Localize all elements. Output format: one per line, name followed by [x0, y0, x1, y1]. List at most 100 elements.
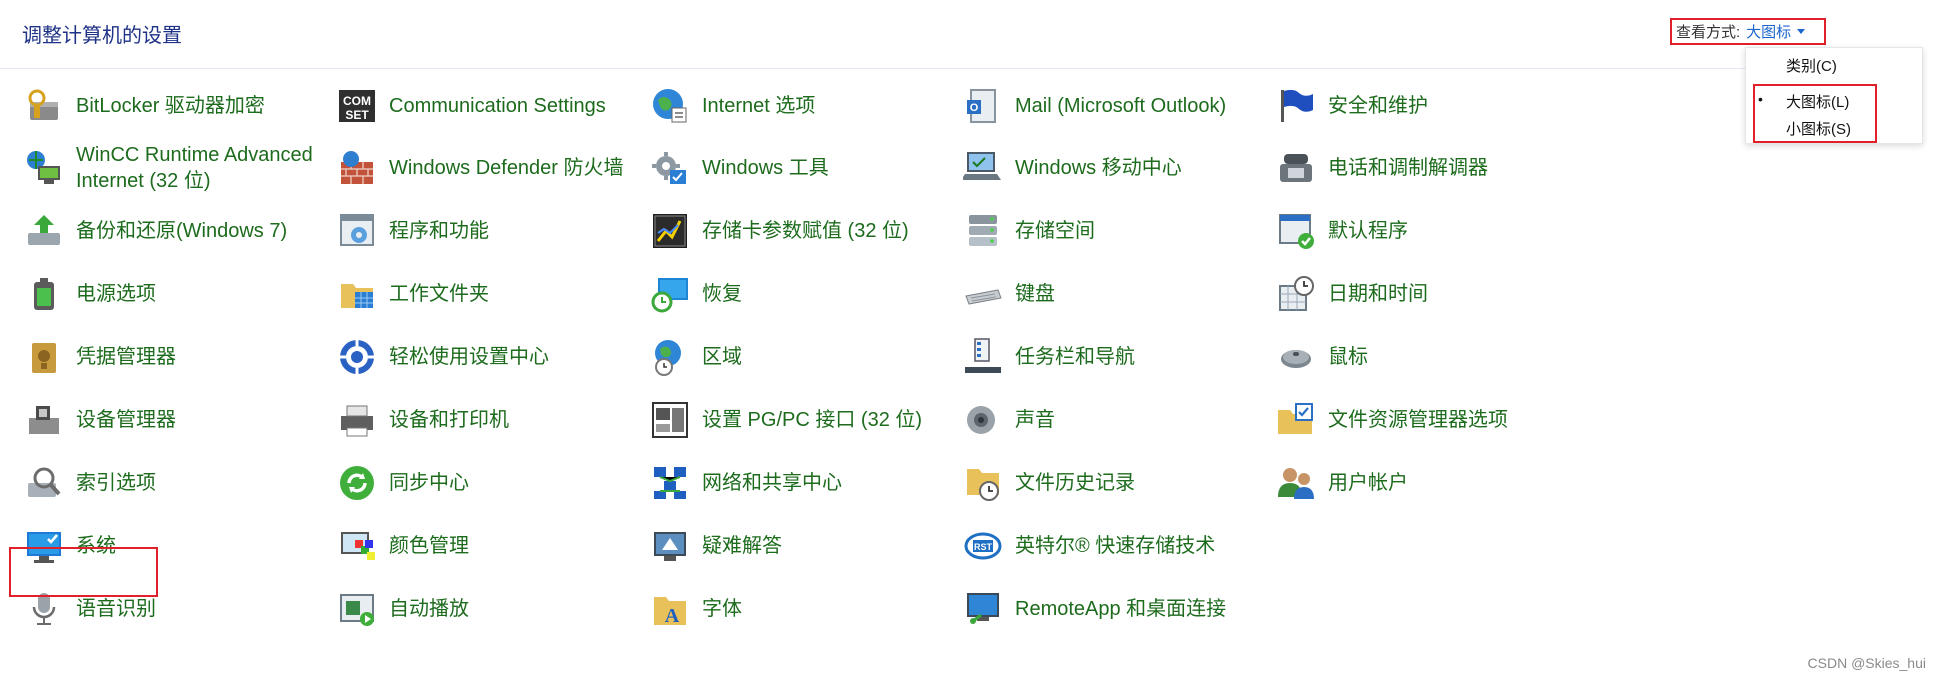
control-panel-item-label: 同步中心 — [389, 472, 469, 494]
bitlocker-icon — [22, 84, 66, 128]
view-by-value: 大图标 — [1746, 24, 1792, 41]
control-panel-item[interactable]: 恢复 — [648, 268, 742, 320]
control-panel-item[interactable]: COM SET Communication Settings — [335, 80, 606, 132]
control-panel-item-label: 电源选项 — [76, 283, 156, 305]
control-panel-item[interactable]: WinCC Runtime Advanced Internet (32 位) — [22, 142, 322, 194]
control-panel-item[interactable]: 颜色管理 — [335, 520, 469, 572]
view-by-dropdown[interactable]: 大图标 — [1746, 21, 1806, 42]
control-panel-item[interactable]: 安全和维护 — [1274, 80, 1428, 132]
control-panel-item[interactable]: 设备管理器 — [22, 394, 176, 446]
internet-icon — [648, 84, 692, 128]
color-icon — [335, 524, 379, 568]
view-by-label: 查看方式: — [1676, 24, 1741, 41]
control-panel-item-label: 文件资源管理器选项 — [1328, 409, 1508, 431]
tools-icon — [648, 146, 692, 190]
control-panel-item[interactable]: 电源选项 — [22, 268, 156, 320]
control-panel-item[interactable]: 默认程序 — [1274, 205, 1408, 257]
control-panel-item[interactable]: 疑难解答 — [648, 520, 782, 572]
control-panel-item-label: Windows 工具 — [702, 157, 829, 179]
control-panel-item-label: 轻松使用设置中心 — [389, 346, 549, 368]
control-panel-item[interactable]: 工作文件夹 — [335, 268, 489, 320]
control-panel-item-label: 网络和共享中心 — [702, 472, 842, 494]
watermark: CSDN @Skies_hui — [1807, 655, 1926, 671]
svg-text:COM: COM — [343, 94, 371, 108]
control-panel-item[interactable]: 同步中心 — [335, 457, 469, 509]
backup-icon — [22, 209, 66, 253]
control-panel-item[interactable]: 网络和共享中心 — [648, 457, 842, 509]
control-panel-item[interactable]: Windows Defender 防火墙 — [335, 142, 624, 194]
control-panel-item-label: 凭据管理器 — [76, 346, 176, 368]
control-panel-item[interactable]: 文件资源管理器选项 — [1274, 394, 1508, 446]
mail-icon: O — [961, 84, 1005, 128]
font-icon: A — [648, 587, 692, 631]
control-panel-item-label: 存储卡参数赋值 (32 位) — [702, 220, 909, 242]
control-panel-item-label: 颜色管理 — [389, 535, 469, 557]
control-panel-item[interactable]: 任务栏和导航 — [961, 331, 1135, 383]
control-panel-item-label: 文件历史记录 — [1015, 472, 1135, 494]
control-panel-item-label: Mail (Microsoft Outlook) — [1015, 95, 1227, 117]
folder-options-icon — [1274, 398, 1318, 442]
control-panel-item[interactable]: 凭据管理器 — [22, 331, 176, 383]
svg-text:RST: RST — [974, 542, 993, 552]
control-panel-item[interactable]: 存储卡参数赋值 (32 位) — [648, 205, 909, 257]
control-panel-item[interactable]: 区域 — [648, 331, 742, 383]
control-panel-item[interactable]: 自动播放 — [335, 583, 469, 635]
credential-icon — [22, 335, 66, 379]
control-panel-item[interactable]: A 字体 — [648, 583, 742, 635]
control-panel-item[interactable]: BitLocker 驱动器加密 — [22, 80, 265, 132]
control-panel-item-label: 任务栏和导航 — [1015, 346, 1135, 368]
menu-highlight-box — [1753, 84, 1877, 143]
control-panel-item[interactable]: 用户帐户 — [1274, 457, 1408, 509]
work-folders-icon — [335, 272, 379, 316]
control-panel-item[interactable]: 备份和还原(Windows 7) — [22, 205, 287, 257]
control-panel-item-label: 日期和时间 — [1328, 283, 1428, 305]
phone-icon — [1274, 146, 1318, 190]
view-by-control[interactable]: 查看方式: 大图标 — [1670, 18, 1826, 45]
control-panel-item-label: 安全和维护 — [1328, 95, 1428, 117]
control-panel-item-label: 存储空间 — [1015, 220, 1095, 242]
control-panel-item-label: Windows 移动中心 — [1015, 157, 1182, 179]
control-panel-item-label: 英特尔® 快速存储技术 — [1015, 535, 1216, 557]
control-panel-item[interactable]: 存储空间 — [961, 205, 1095, 257]
chevron-down-icon — [1797, 29, 1806, 34]
control-panel-item[interactable]: RST 英特尔® 快速存储技术 — [961, 520, 1215, 572]
control-panel-item-label: RemoteApp 和桌面连接 — [1015, 598, 1227, 620]
network-icon — [648, 461, 692, 505]
control-panel-item-label: 电话和调制解调器 — [1328, 157, 1488, 179]
programs-icon — [335, 209, 379, 253]
flag-icon — [1274, 84, 1318, 128]
control-panel-item[interactable]: 设置 PG/PC 接口 (32 位) — [648, 394, 922, 446]
control-panel-item-label: 备份和还原(Windows 7) — [76, 220, 288, 242]
control-panel-item[interactable]: 索引选项 — [22, 457, 156, 509]
indexing-icon — [22, 461, 66, 505]
control-panel-item-label: 区域 — [702, 346, 742, 368]
control-panel-item[interactable]: 轻松使用设置中心 — [335, 331, 549, 383]
control-panel-item[interactable]: 鼠标 — [1274, 331, 1368, 383]
menu-item-category[interactable]: 类别(C) — [1786, 55, 1837, 76]
printer-icon — [335, 398, 379, 442]
control-panel-item[interactable]: Internet 选项 — [648, 80, 815, 132]
ease-of-access-icon — [335, 335, 379, 379]
control-panel-item-label: 程序和功能 — [389, 220, 489, 242]
control-panel-item[interactable]: 设备和打印机 — [335, 394, 509, 446]
control-panel-item[interactable]: 键盘 — [961, 268, 1055, 320]
troubleshoot-icon — [648, 524, 692, 568]
control-panel-item[interactable]: 声音 — [961, 394, 1055, 446]
control-panel-item-label: 索引选项 — [76, 472, 156, 494]
control-panel-item-label: Communication Settings — [389, 95, 606, 117]
firewall-icon — [335, 146, 379, 190]
control-panel-item-label: 用户帐户 — [1328, 472, 1408, 494]
control-panel-item-label: WinCC Runtime Advanced Internet (32 位) — [76, 144, 313, 192]
control-panel-item[interactable]: 文件历史记录 — [961, 457, 1135, 509]
control-panel-item-label: 键盘 — [1015, 283, 1055, 305]
control-panel-item[interactable]: 电话和调制解调器 — [1274, 142, 1488, 194]
control-panel-item[interactable]: Windows 工具 — [648, 142, 829, 194]
control-panel-item[interactable]: O Mail (Microsoft Outlook) — [961, 80, 1226, 132]
mouse-icon — [1274, 335, 1318, 379]
file-history-icon — [961, 461, 1005, 505]
control-panel-item[interactable]: Windows 移动中心 — [961, 142, 1182, 194]
region-icon — [648, 335, 692, 379]
control-panel-item[interactable]: RemoteApp 和桌面连接 — [961, 583, 1226, 635]
control-panel-item[interactable]: 程序和功能 — [335, 205, 489, 257]
control-panel-item[interactable]: 日期和时间 — [1274, 268, 1428, 320]
